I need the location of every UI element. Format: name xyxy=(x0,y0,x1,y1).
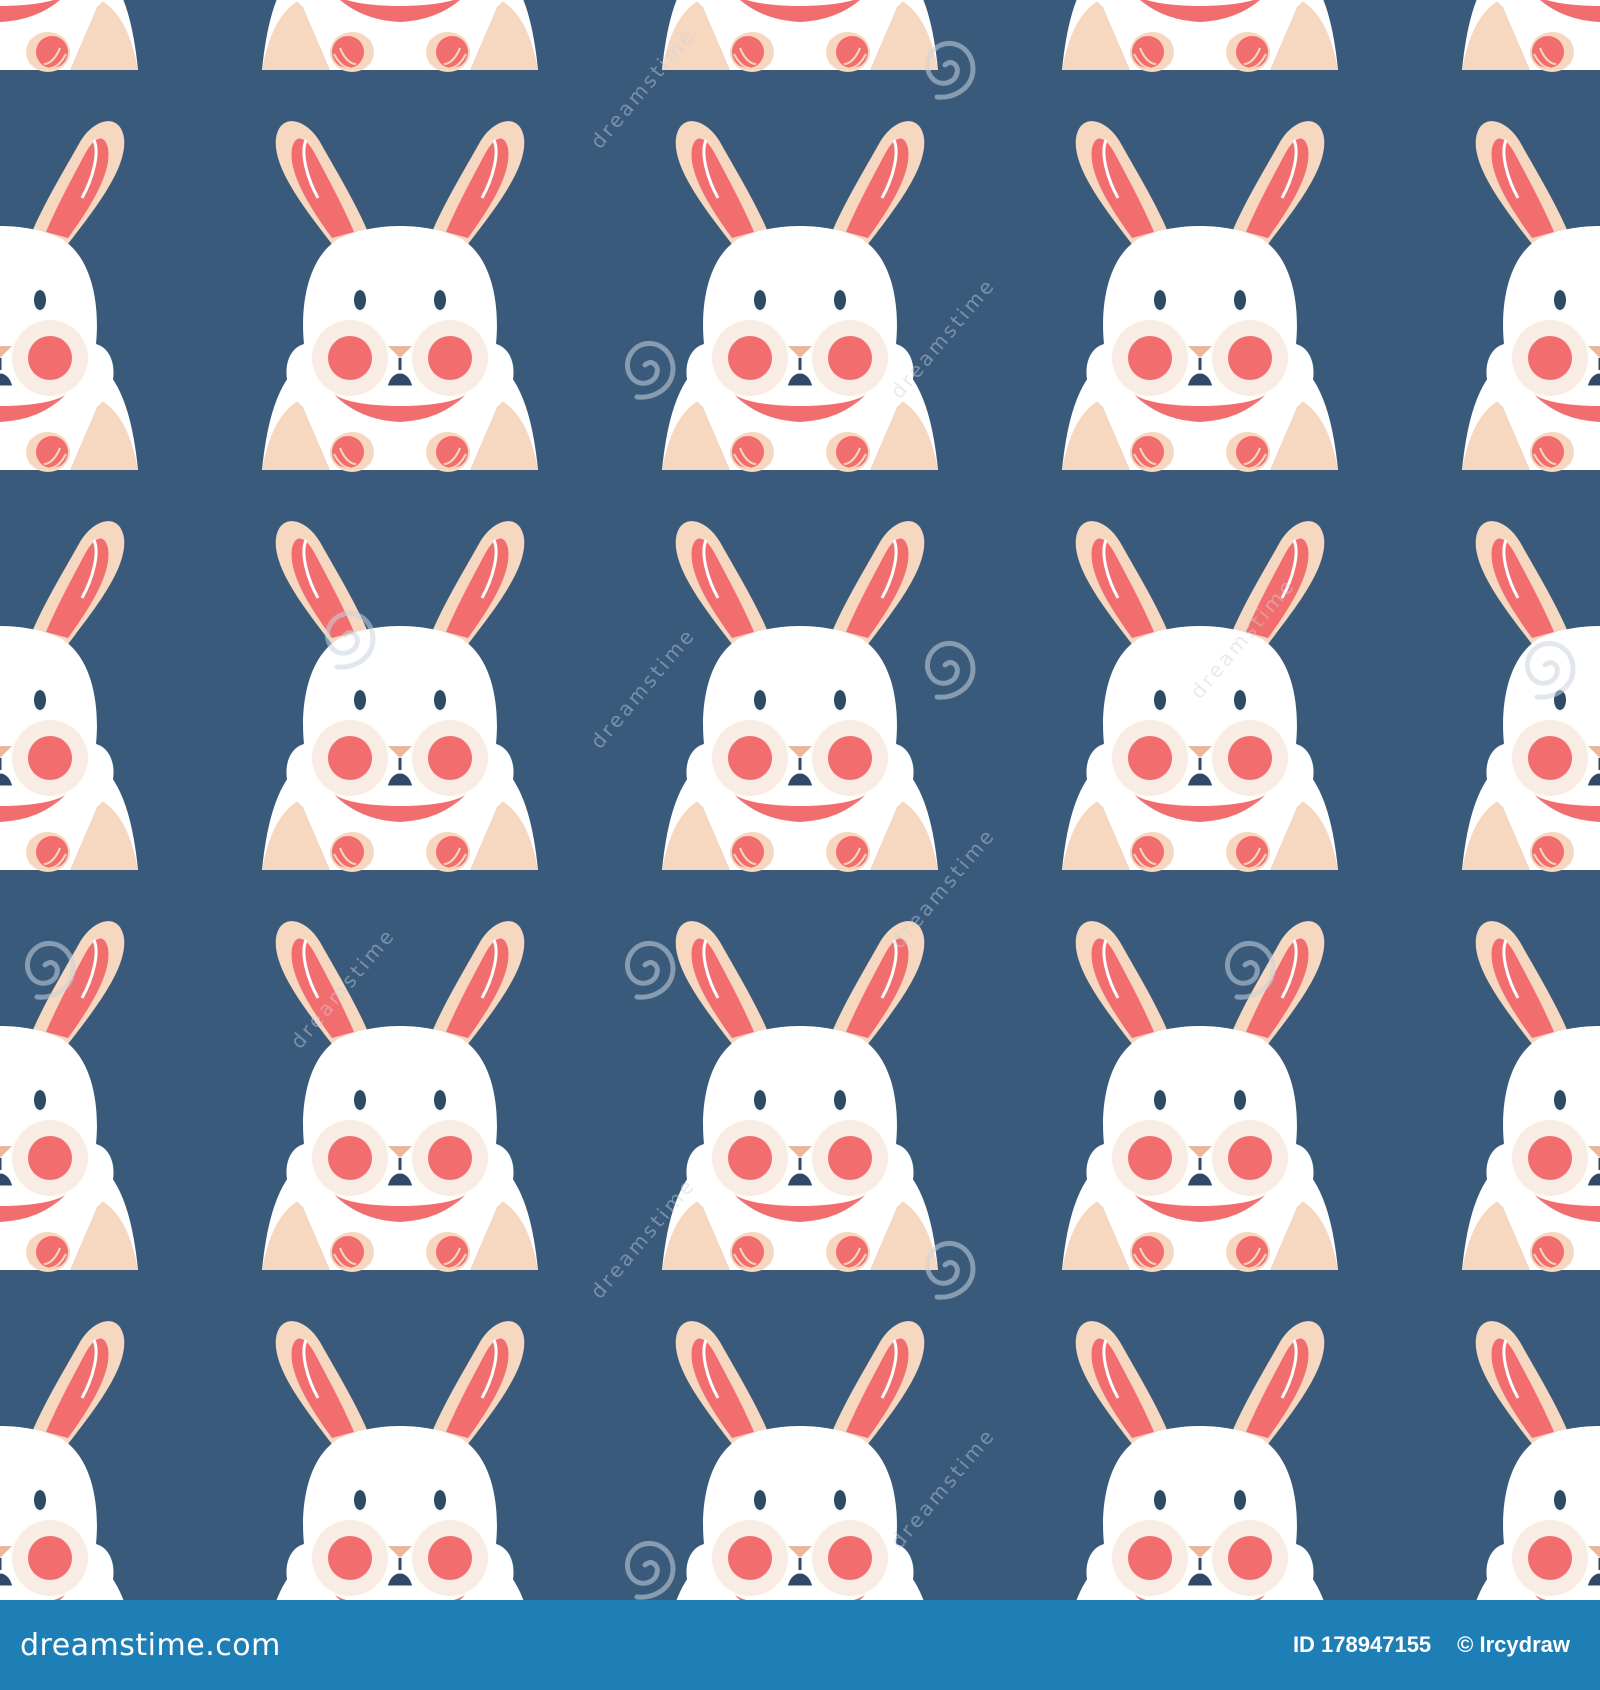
bunny-illustration xyxy=(660,919,940,1274)
watermark-text: dreamstime xyxy=(885,1423,1000,1553)
footer-bar: dreamstime.com ID 178947155 © Ircydraw xyxy=(0,1600,1600,1690)
bunny-illustration xyxy=(660,0,940,74)
bunny-illustration xyxy=(1460,1319,1600,1600)
bunny-illustration xyxy=(260,1319,540,1600)
bunny-illustration xyxy=(1460,119,1600,474)
spiral-logo-icon xyxy=(927,643,973,697)
bunny-illustration xyxy=(1060,119,1340,474)
spiral-logo-icon xyxy=(627,1543,673,1597)
spiral-logo-icon xyxy=(627,943,673,997)
image-id: ID 178947155 xyxy=(1292,1632,1432,1657)
spiral-logo-icon xyxy=(927,43,973,97)
bunny-illustration xyxy=(1460,919,1600,1274)
bunny-pattern-artwork: dreamstime dreamstime dreamstime dreamstime… xyxy=(0,0,1600,1600)
spiral-logo-icon xyxy=(627,343,673,397)
bunny-illustration xyxy=(660,1319,940,1600)
watermark-text: dreamstime xyxy=(885,273,1000,403)
bunny-illustration xyxy=(1060,919,1340,1274)
bunny-illustration xyxy=(1060,1319,1340,1600)
bunny-illustration xyxy=(260,519,540,874)
bunny-illustration xyxy=(260,119,540,474)
bunny-illustration xyxy=(660,119,940,474)
bunny-illustration xyxy=(660,519,940,874)
image-meta: ID 178947155 © Ircydraw xyxy=(1293,1632,1570,1658)
author-credit: © Ircydraw xyxy=(1457,1632,1570,1657)
watermark-text: dreamstime xyxy=(585,623,700,753)
bunny-illustration xyxy=(0,919,140,1274)
bunny-illustration xyxy=(1460,519,1600,874)
bunny-illustration xyxy=(1460,0,1600,74)
bunny-illustration xyxy=(1060,0,1340,74)
bunny-pattern: dreamstimedreamstimedreamstimedreamstime… xyxy=(0,0,1600,1600)
bunny-illustration xyxy=(260,919,540,1274)
brand-text[interactable]: dreamstime.com xyxy=(20,1628,281,1663)
bunny-illustration xyxy=(0,1319,140,1600)
bunny-illustration xyxy=(0,0,140,74)
spiral-logo-icon xyxy=(927,1243,973,1297)
bunny-illustration xyxy=(260,0,540,74)
bunny-illustration xyxy=(0,119,140,474)
bunny-illustration xyxy=(0,519,140,874)
